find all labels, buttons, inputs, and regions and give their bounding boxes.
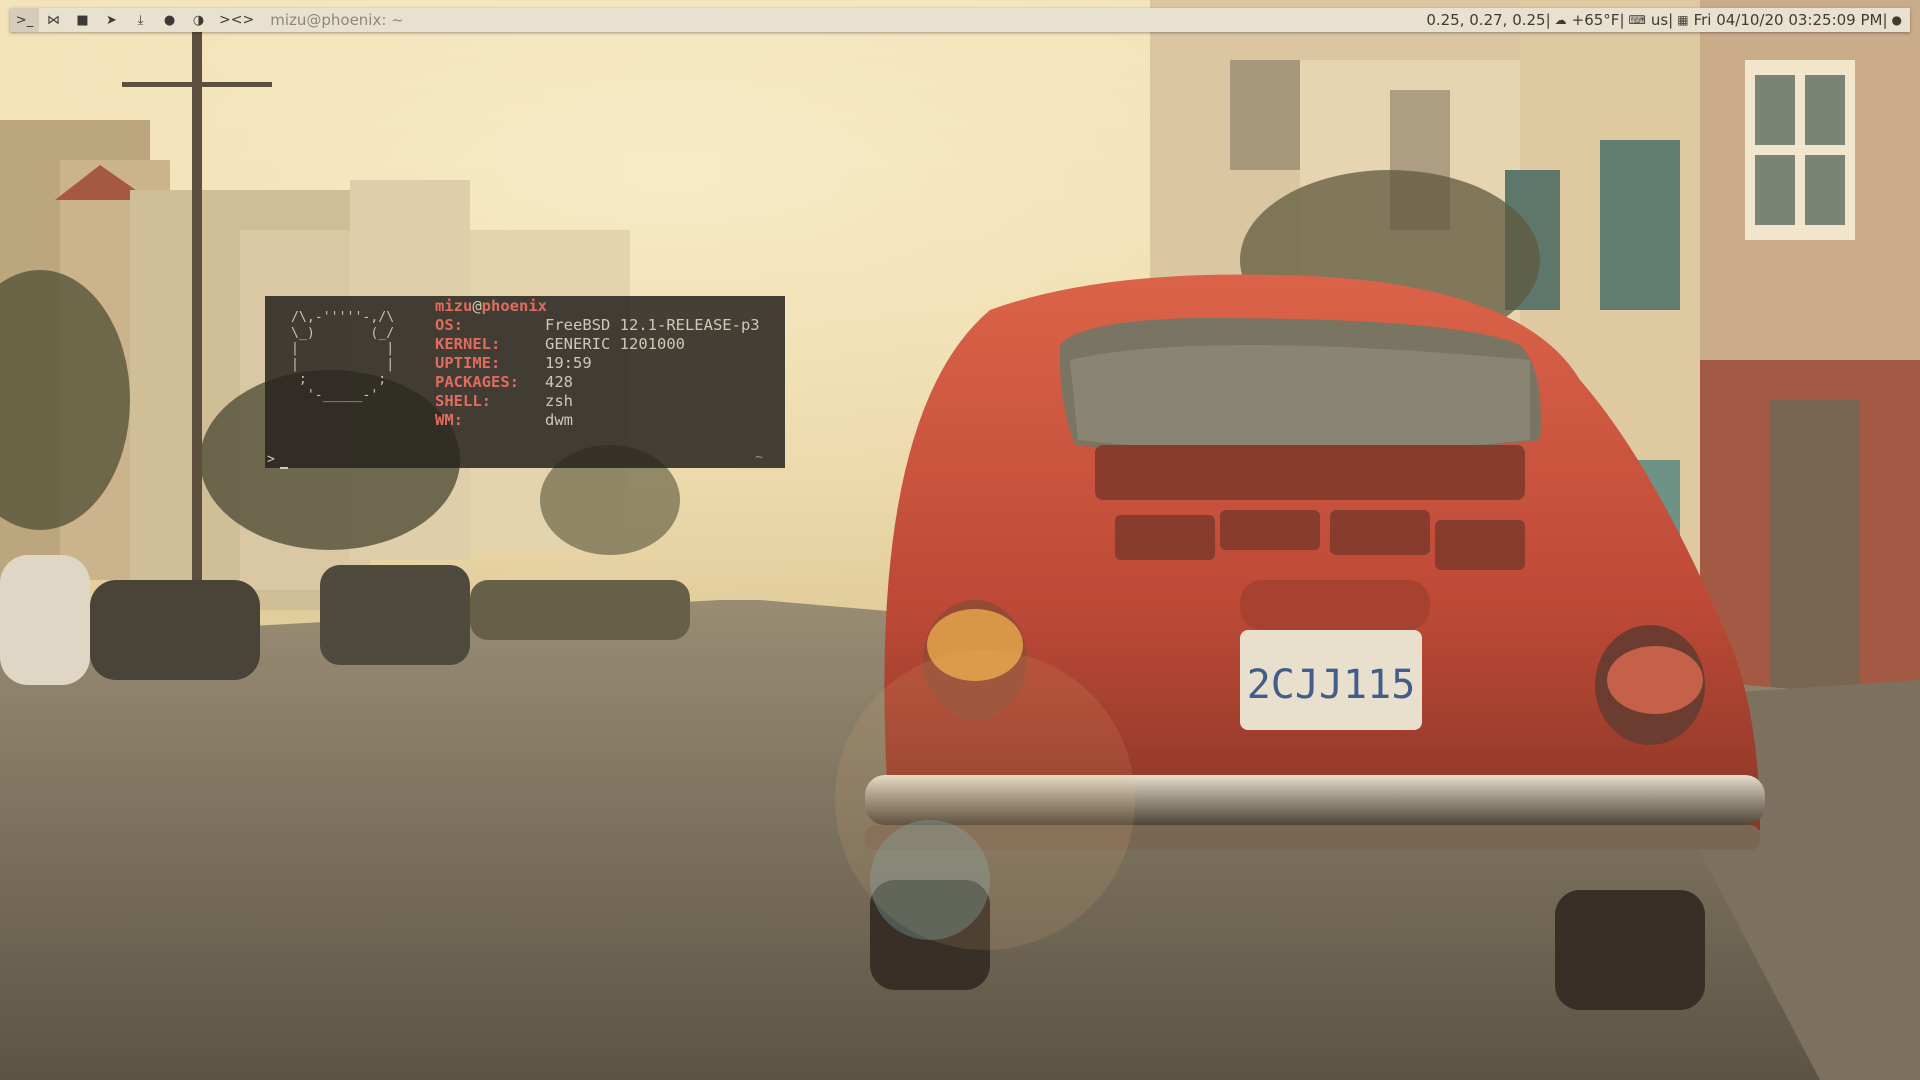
- tag-globe-icon[interactable]: ●: [155, 8, 184, 32]
- layout-symbol[interactable]: ><>: [213, 12, 262, 28]
- hostname: phoenix: [481, 297, 547, 315]
- desktop-wallpaper: 2CJJ115: [0, 0, 1920, 1080]
- folder-icon: ■: [76, 12, 89, 28]
- download-icon: ⤓: [137, 12, 144, 28]
- info-row-packages: PACKAGES: 428: [435, 373, 573, 391]
- vscode-icon: ⋈: [47, 12, 60, 28]
- terminal-icon: >_: [15, 12, 34, 28]
- weather-icon: ☁: [1554, 13, 1567, 27]
- shell-prompt[interactable]: >: [267, 450, 288, 469]
- info-row-shell: SHELL: zsh: [435, 392, 573, 410]
- terminal-window[interactable]: /\,-'''''-,/\ \_) (_/ | | | | ; ; '-____…: [265, 296, 785, 469]
- tag-download-icon[interactable]: ⤓: [126, 8, 155, 32]
- prompt-symbol: >: [267, 452, 275, 467]
- tag-telegram-icon[interactable]: ➤: [97, 8, 126, 32]
- info-row-os: OS: FreeBSD 12.1-RELEASE-p3: [435, 316, 760, 334]
- text-cursor: [279, 467, 288, 469]
- username: mizu: [435, 297, 473, 315]
- cwd-indicator: ~: [755, 450, 763, 465]
- keyboard-layout: us|: [1650, 11, 1674, 29]
- globe-icon: ●: [163, 12, 176, 28]
- firefox-icon: ◑: [192, 12, 205, 28]
- tag-folder-icon[interactable]: ■: [68, 8, 97, 32]
- keyboard-icon: ⌨: [1628, 13, 1646, 27]
- status-bar: >_ ⋈ ■ ➤ ⤓ ● ◑ ><> mizu@phoenix: ~ 0.25,…: [10, 8, 1910, 32]
- tag-vscode-icon[interactable]: ⋈: [39, 8, 68, 32]
- freebsd-icon[interactable]: ●: [1892, 13, 1902, 27]
- telegram-icon: ➤: [106, 12, 117, 28]
- weather-text: +65°F|: [1571, 11, 1625, 29]
- system-info: mizu @ phoenix OS: FreeBSD 12.1-RELEASE-p3 …: [435, 297, 760, 430]
- datetime: Fri 04/10/20 03:25:09 PM|: [1693, 11, 1888, 29]
- ascii-logo: /\,-'''''-,/\ \_) (_/ | | | | ; ; '-____…: [290, 310, 395, 403]
- tag-list: >_ ⋈ ■ ➤ ⤓ ● ◑: [10, 8, 213, 32]
- tag-firefox-icon[interactable]: ◑: [184, 8, 213, 32]
- info-row-wm: WM: dwm: [435, 411, 573, 429]
- status-text: 0.25, 0.27, 0.25| ☁ +65°F| ⌨ us| ▦ Fri 0…: [1426, 11, 1910, 29]
- info-row-uptime: UPTIME: 19:59: [435, 354, 592, 372]
- calendar-icon: ▦: [1677, 13, 1689, 27]
- at-sign: @: [472, 297, 482, 315]
- window-title: mizu@phoenix: ~: [270, 11, 404, 29]
- tag-terminal-icon[interactable]: >_: [10, 8, 39, 32]
- user-host: mizu @ phoenix: [435, 297, 760, 316]
- load-average: 0.25, 0.27, 0.25|: [1426, 11, 1551, 29]
- info-row-kernel: KERNEL: GENERIC 1201000: [435, 335, 685, 353]
